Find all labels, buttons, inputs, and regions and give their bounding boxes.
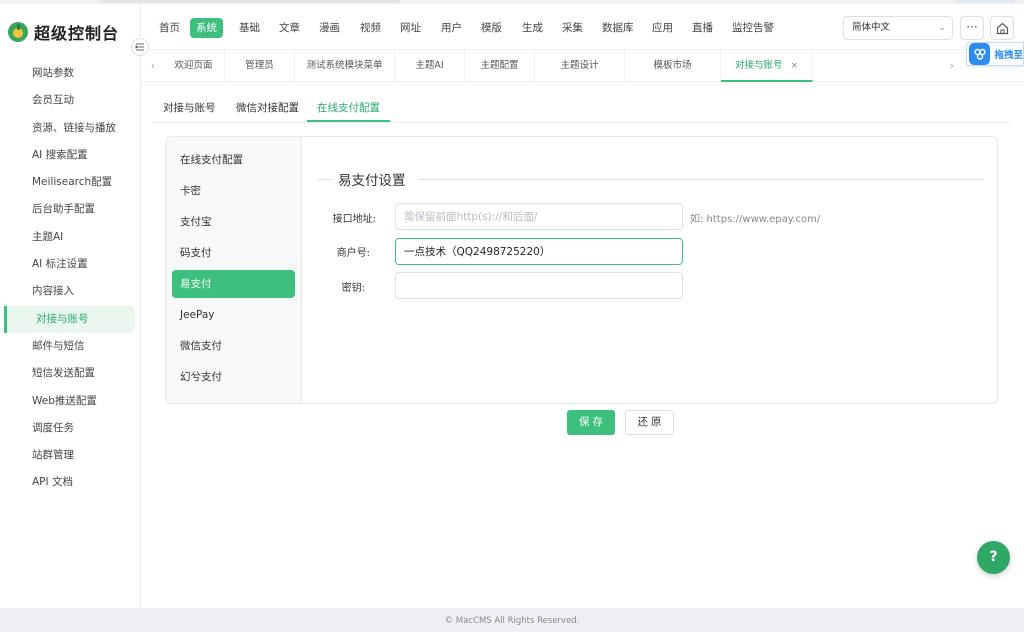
nav-item-home[interactable]: 首页	[153, 18, 186, 38]
pay-menu-jeepay[interactable]: JeePay	[172, 301, 295, 329]
page-tab-label: 主题配置	[480, 60, 519, 71]
pay-menu-online-payment-config[interactable]: 在线支付配置	[172, 146, 295, 174]
page-tab-admin[interactable]: 管理员	[225, 50, 295, 82]
home-icon	[996, 22, 1008, 34]
pay-menu-huanxi-pay[interactable]: 幻兮支付	[172, 363, 295, 391]
pay-menu-epay[interactable]: 易支付	[172, 270, 295, 298]
help-button[interactable]: ?	[977, 541, 1010, 574]
footer: © MacCMS All Rights Reserved.	[0, 608, 1024, 632]
close-icon[interactable]: ×	[790, 61, 798, 71]
sidebar-item-integration-accounts[interactable]: 对接与账号	[4, 305, 135, 333]
nav-item-collect[interactable]: 采集	[556, 18, 589, 38]
merchant-id-label: 商户号:	[336, 248, 370, 259]
page-tab-label: 对接与账号	[734, 60, 783, 71]
chevron-down-icon: ⌄	[938, 23, 946, 33]
pay-menu-card-key[interactable]: 卡密	[172, 177, 295, 205]
nav-item-article[interactable]: 文章	[273, 18, 306, 38]
sidebar-item-meilisearch-config[interactable]: Meilisearch配置	[0, 169, 141, 196]
secret-key-label: 密钥:	[341, 283, 365, 294]
section-title: 易支付设置	[338, 173, 406, 189]
api-url-label: 接口地址:	[332, 214, 376, 225]
page-tab-label: 模板市场	[653, 60, 692, 71]
pay-menu-alipay[interactable]: 支付宝	[172, 208, 295, 236]
section-divider-left	[318, 179, 332, 180]
sidebar-item-api-docs[interactable]: API 文档	[0, 469, 141, 496]
sidebar-item-assistant-config[interactable]: 后台助手配置	[0, 196, 141, 223]
app-title: 超级控制台	[34, 24, 120, 43]
drag-widget[interactable]: 拖拽至	[966, 42, 1024, 66]
subtab-online-payment-config[interactable]: 在线支付配置	[307, 100, 390, 122]
sidebar-item-site-group[interactable]: 站群管理	[0, 442, 141, 469]
sidebar-item-ai-annotation[interactable]: AI 标注设置	[0, 251, 141, 278]
subtab-divider	[153, 122, 1011, 123]
page-tab-theme-ai[interactable]: 主题AI	[395, 50, 465, 82]
merchant-id-input[interactable]	[395, 238, 683, 265]
payment-method-menu: 在线支付配置 卡密 支付宝 码支付 易支付 JeePay 微信支付 幻兮支付	[166, 137, 302, 403]
page-tab-label: 主题AI	[415, 60, 444, 71]
sidebar-item-member-interaction[interactable]: 会员互动	[0, 87, 141, 114]
more-button[interactable]: ···	[960, 16, 984, 40]
sidebar-item-content-access[interactable]: 内容接入	[0, 278, 141, 305]
sidebar-item-web-push-config[interactable]: Web推送配置	[0, 388, 141, 415]
sidebar-item-scheduled-tasks[interactable]: 调度任务	[0, 415, 141, 442]
nav-item-live[interactable]: 直播	[686, 18, 719, 38]
page-tab-test-module-menu[interactable]: 测试系统模块菜单	[295, 50, 395, 82]
api-url-hint: 如: https://www.epay.com/	[690, 214, 821, 225]
page-tabs-bar: 欢迎页面 管理员 测试系统模块菜单 主题AI 主题配置 主题设计 模板市场 对接…	[141, 50, 1024, 82]
nav-item-template[interactable]: 模版	[475, 18, 508, 38]
nav-item-video[interactable]: 视频	[354, 18, 387, 38]
nav-item-basic[interactable]: 基础	[233, 18, 266, 38]
page-tab-theme-config[interactable]: 主题配置	[465, 50, 535, 82]
pay-menu-code-pay[interactable]: 码支付	[172, 239, 295, 267]
payment-config-panel: 在线支付配置 卡密 支付宝 码支付 易支付 JeePay 微信支付 幻兮支付 易…	[165, 136, 998, 404]
page-tab-integration-accounts[interactable]: 对接与账号 ×	[721, 50, 813, 82]
sidebar-item-ai-search-config[interactable]: AI 搜索配置	[0, 142, 141, 169]
section-divider-right	[418, 179, 984, 180]
save-button[interactable]: 保 存	[567, 410, 615, 435]
secret-key-input[interactable]	[395, 272, 683, 299]
sidebar: 超级控制台 网站参数 会员互动 资源、链接与播放 AI 搜索配置 Meilise…	[0, 4, 141, 608]
page-tab-label: 管理员	[245, 60, 274, 71]
page-tab-label: 主题设计	[560, 60, 599, 71]
page-tab-theme-design[interactable]: 主题设计	[535, 50, 625, 82]
home-button[interactable]	[990, 16, 1014, 40]
sidebar-item-theme-ai[interactable]: 主题AI	[0, 224, 141, 251]
logo-icon	[8, 22, 28, 42]
nav-item-generate[interactable]: 生成	[516, 18, 549, 38]
page-tab-template-market[interactable]: 模板市场	[625, 50, 721, 82]
copyright-text: © MacCMS All Rights Reserved.	[444, 616, 580, 626]
language-select[interactable]: 简体中文 ⌄	[843, 16, 953, 40]
drag-widget-label: 拖拽至	[994, 50, 1023, 61]
pay-menu-wechat-pay[interactable]: 微信支付	[172, 332, 295, 360]
nav-item-apps[interactable]: 应用	[646, 18, 679, 38]
sidebar-collapse-button[interactable]	[131, 38, 149, 56]
nav-item-monitor-alerts[interactable]: 监控告警	[726, 18, 780, 38]
sidebar-menu: 网站参数 会员互动 资源、链接与播放 AI 搜索配置 Meilisearch配置…	[0, 60, 141, 497]
nav-item-url[interactable]: 网址	[394, 18, 427, 38]
nav-item-system[interactable]: 系统	[190, 18, 223, 38]
nav-item-database[interactable]: 数据库	[596, 18, 640, 38]
page-tab-welcome[interactable]: 欢迎页面	[163, 50, 225, 82]
sidebar-item-sms-send-config[interactable]: 短信发送配置	[0, 360, 141, 387]
menu-fold-icon	[135, 43, 144, 51]
subtab-integration-accounts[interactable]: 对接与账号	[163, 100, 216, 122]
sidebar-item-resources-links-playback[interactable]: 资源、链接与播放	[0, 115, 141, 142]
sidebar-item-email-sms[interactable]: 邮件与短信	[0, 333, 141, 360]
reset-button[interactable]: 还 原	[625, 410, 674, 435]
tabs-scroll-left-icon[interactable]: ‹	[146, 56, 160, 76]
nav-item-comic[interactable]: 漫画	[313, 18, 346, 38]
language-select-value: 简体中文	[852, 22, 891, 33]
page-tab-label: 测试系统模块菜单	[306, 60, 383, 71]
sidebar-item-site-params[interactable]: 网站参数	[0, 60, 141, 87]
nav-item-user[interactable]: 用户	[435, 18, 468, 38]
drag-widget-icon	[969, 43, 991, 65]
tabs-scroll-right-icon[interactable]: ›	[945, 56, 959, 76]
subtab-wechat-config[interactable]: 微信对接配置	[236, 100, 299, 122]
page-tab-label: 欢迎页面	[174, 60, 213, 71]
app-logo[interactable]: 超级控制台	[8, 20, 119, 44]
api-url-input[interactable]	[395, 203, 683, 230]
